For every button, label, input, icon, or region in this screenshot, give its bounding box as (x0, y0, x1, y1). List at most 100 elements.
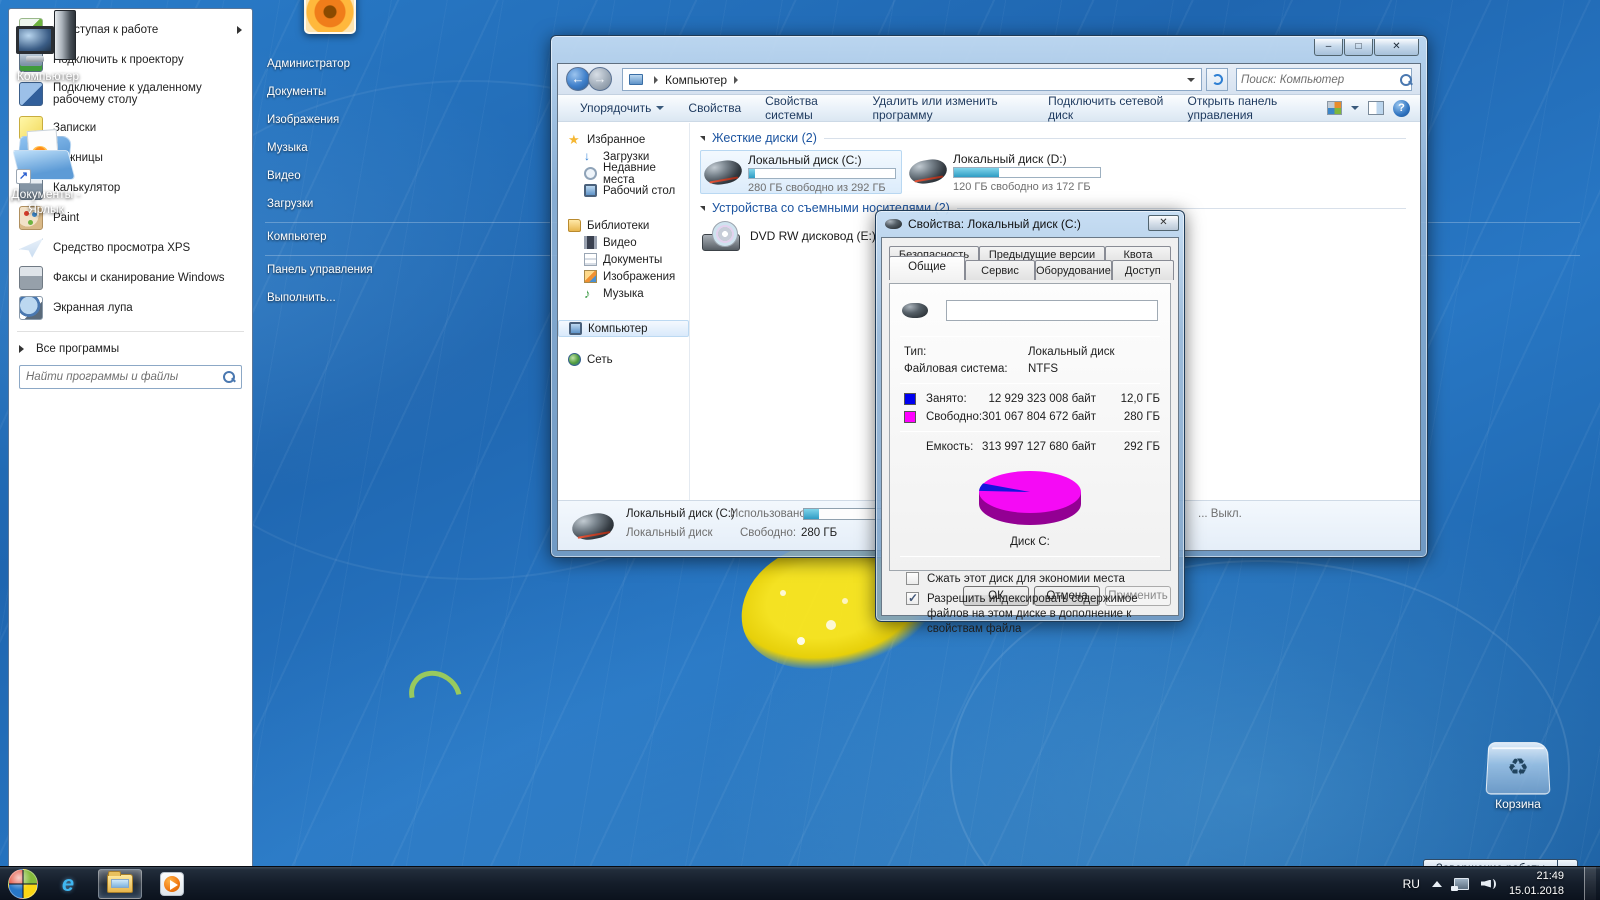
filesystem-row: Файловая система: NTFS (904, 363, 1158, 375)
volume-label-input[interactable] (946, 300, 1158, 321)
general-tab-page: Тип: Локальный диск Файловая система: NTFS… (889, 283, 1171, 635)
sidebar-item-documents[interactable]: Документы (558, 251, 689, 268)
open-control-panel-button[interactable]: Открыть панель управления (1175, 90, 1327, 126)
show-desktop-button[interactable] (1584, 866, 1596, 900)
taskbar-explorer-button[interactable] (98, 868, 142, 899)
desktop-icon-computer[interactable]: Компьютер (2, 8, 94, 84)
tab-label: Общие (908, 261, 946, 273)
tab-general[interactable]: Общие (889, 256, 965, 280)
dvd-drive-item[interactable]: DVD RW дисковод (E:) (702, 221, 876, 251)
status-drive-type: Локальный диск (626, 527, 713, 539)
all-programs-button[interactable]: Все программы (13, 338, 248, 363)
close-button[interactable]: ✕ (1374, 39, 1419, 56)
drive-c-tile[interactable]: Локальный диск (C:) 280 ГБ свободно из 2… (700, 150, 902, 194)
minimize-button[interactable]: – (1314, 39, 1343, 56)
startmenu-item-label: Подключение к удаленному рабочему столу (53, 82, 202, 106)
desktop-icon-label: Компьютер (16, 69, 80, 83)
search-box[interactable] (1236, 68, 1412, 91)
command-toolbar: Упорядочить Свойства Свойства системы Уд… (558, 94, 1420, 122)
tray-clock[interactable]: 21:49 15.01.2018 (1509, 869, 1564, 898)
capacity-bar (748, 168, 896, 179)
breadcrumb-chevron-icon (654, 75, 658, 84)
compress-checkbox-row[interactable]: Сжать этот диск для экономии места (906, 572, 1160, 587)
sidebar-item-music[interactable]: ♪ Музыка (558, 285, 689, 302)
tray-up-arrow-icon[interactable] (1431, 880, 1442, 887)
index-checkbox-label: Разрешить индексировать содержимое файло… (927, 593, 1138, 635)
views-dropdown-icon[interactable] (1351, 106, 1359, 110)
uninstall-program-button[interactable]: Удалить или изменить программу (860, 90, 1036, 126)
views-icon[interactable] (1327, 101, 1342, 115)
sidebar-item-recent-places[interactable]: Недавние места (558, 162, 689, 186)
tab-label: Доступ (1124, 265, 1161, 277)
media-player-icon (160, 871, 184, 896)
desktop-icon-documents[interactable]: ↗ Документы - Ярлык (0, 128, 92, 217)
system-properties-button[interactable]: Свойства системы (753, 90, 860, 126)
collapse-arrow-icon[interactable] (700, 205, 705, 211)
taskbar-wmp-button[interactable] (150, 869, 194, 899)
capacity-bar-fill (749, 169, 755, 178)
computer-desktop-icon (16, 8, 80, 66)
used-color-swatch (904, 393, 916, 405)
forward-icon[interactable]: → (588, 67, 612, 91)
refresh-button[interactable] (1206, 68, 1228, 91)
properties-button[interactable]: Свойства (676, 97, 753, 119)
startmenu-item-xps-viewer[interactable]: Средство просмотра XPS (13, 233, 248, 263)
group-header-hdd[interactable]: Жесткие диски (2) (700, 131, 1406, 145)
music-icon: ♪ (584, 286, 591, 301)
organize-label: Упорядочить (580, 101, 652, 115)
video-icon (584, 236, 597, 249)
search-icon (222, 370, 236, 384)
search-input[interactable] (1237, 73, 1399, 86)
start-search-input[interactable] (20, 371, 222, 383)
start-menu-separator (17, 331, 244, 332)
sidebar-item-computer[interactable]: Компьютер (558, 320, 689, 337)
volume-label-row (902, 300, 1158, 321)
desktop-icon-recycle-bin[interactable]: ♻ Корзина (1472, 740, 1564, 812)
taskbar-ie-button[interactable]: e (46, 869, 90, 899)
organize-button[interactable]: Упорядочить (568, 97, 676, 119)
window-caption-buttons: – □ ✕ (1314, 39, 1419, 56)
compress-checkbox[interactable] (906, 572, 919, 585)
pc-monitor (16, 26, 54, 54)
language-indicator[interactable]: RU (1403, 877, 1420, 891)
sidebar-item-libraries[interactable]: Библиотеки (558, 217, 689, 234)
group-header-line (823, 137, 1406, 139)
tab-tools[interactable]: Сервис (965, 260, 1035, 280)
taskbar: e RU 21:49 15.01.2018 (0, 866, 1600, 900)
help-icon[interactable]: ? (1393, 99, 1410, 117)
sidebar-item-video[interactable]: Видео (558, 234, 689, 251)
tab-label: Сервис (981, 265, 1019, 277)
explorer-folder-icon (107, 871, 133, 893)
disk-icon (902, 303, 928, 318)
system-tray: RU 21:49 15.01.2018 (1403, 866, 1600, 900)
tab-sharing[interactable]: Доступ (1111, 260, 1174, 280)
volume-icon[interactable] (1481, 877, 1497, 891)
startmenu-item-fax-scan[interactable]: Факсы и сканирование Windows (13, 263, 248, 293)
collapse-arrow-icon[interactable] (700, 135, 705, 141)
startmenu-item-magnifier[interactable]: Экранная лупа (13, 293, 248, 323)
breadcrumb-computer[interactable]: Компьютер (665, 73, 727, 87)
sidebar-item-pictures[interactable]: Изображения (558, 268, 689, 285)
address-bar[interactable]: Компьютер (622, 68, 1202, 91)
start-button[interactable] (8, 868, 38, 899)
drive-d-tile[interactable]: Локальный диск (D:) 120 ГБ свободно из 1… (906, 150, 1108, 194)
tab-hardware[interactable]: Оборудование (1035, 260, 1112, 280)
map-network-drive-button[interactable]: Подключить сетевой диск (1036, 90, 1175, 126)
separator (900, 336, 1160, 337)
maximize-button[interactable]: □ (1344, 39, 1373, 56)
network-tray-icon[interactable] (1450, 877, 1469, 891)
address-dropdown-icon[interactable] (1187, 77, 1195, 82)
dialog-close-button[interactable]: ✕ (1148, 215, 1179, 231)
index-checkbox[interactable] (906, 591, 919, 607)
desktop-icon (584, 184, 597, 197)
start-search-box[interactable] (19, 365, 242, 389)
sidebar-item-network[interactable]: Сеть (558, 351, 689, 368)
preview-pane-icon[interactable] (1368, 101, 1384, 115)
index-checkbox-row[interactable]: Разрешить индексировать содержимое файло… (906, 591, 1160, 637)
user-avatar[interactable] (304, 0, 356, 34)
sidebar-item-favorites[interactable]: ★ Избранное (558, 131, 689, 148)
pie-caption: Диск C: (1010, 536, 1050, 548)
sidebar-item-desktop[interactable]: Рабочий стол (558, 182, 689, 199)
back-icon[interactable]: ← (566, 67, 590, 91)
submenu-arrow-icon (237, 26, 242, 34)
